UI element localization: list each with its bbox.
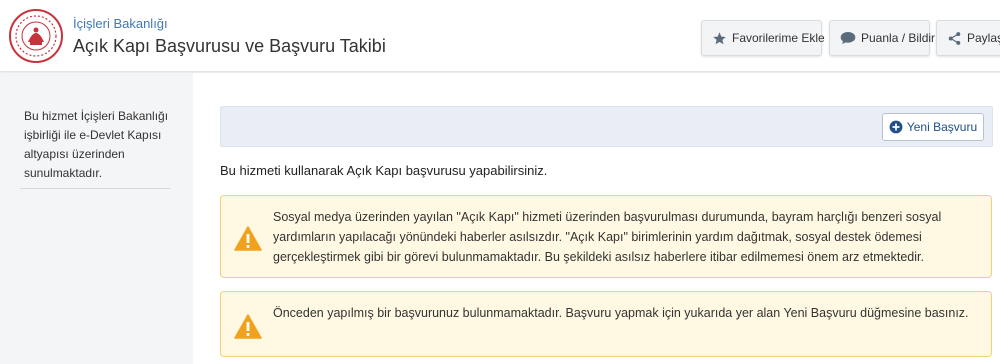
warning-alert-rumor: Sosyal medya üzerinden yayılan "Açık Kap… — [220, 195, 992, 278]
intro-text: Bu hizmeti kullanarak Açık Kapı başvurus… — [220, 163, 548, 178]
main-content: Yeni Başvuru Bu hizmeti kullanarak Açık … — [193, 73, 1000, 364]
warning-alert-no-application: Önceden yapılmış bir başvurunuz bulunmam… — [220, 291, 992, 357]
add-favorite-button[interactable]: Favorilerime Ekle — [701, 20, 825, 56]
action-toolbar: Yeni Başvuru — [220, 106, 993, 147]
alert-message: Önceden yapılmış bir başvurunuz bulunmam… — [273, 306, 969, 320]
service-provider-info: Bu hizmet İçişleri Bakanlığı işbirliği i… — [24, 109, 169, 180]
share-label: Paylaş — [967, 31, 1000, 45]
add-favorite-label: Favorilerime Ekle — [732, 31, 825, 45]
warning-icon — [234, 314, 262, 339]
star-icon — [713, 31, 726, 44]
new-application-button[interactable]: Yeni Başvuru — [882, 113, 984, 141]
page-title: Açık Kapı Başvurusu ve Başvuru Takibi — [73, 36, 386, 56]
comment-icon — [840, 32, 856, 44]
new-application-label: Yeni Başvuru — [906, 120, 978, 134]
page-header: İçişleri Bakanlığı Açık Kapı Başvurusu v… — [0, 0, 1000, 72]
ministry-name[interactable]: İçişleri Bakanlığı — [73, 16, 168, 31]
alert-message: Sosyal medya üzerinden yayılan "Açık Kap… — [273, 210, 942, 264]
warning-icon — [234, 226, 262, 251]
rate-report-button[interactable]: Puanla / Bildir — [829, 20, 935, 56]
share-icon — [948, 31, 961, 45]
rate-report-label: Puanla / Bildir — [861, 31, 936, 45]
sidebar: Bu hizmet İçişleri Bakanlığı işbirliği i… — [0, 73, 193, 364]
ministry-seal-logo[interactable] — [8, 8, 64, 64]
plus-circle-icon — [889, 120, 903, 134]
share-button[interactable]: Paylaş — [936, 20, 1000, 56]
sidebar-divider — [20, 188, 170, 189]
